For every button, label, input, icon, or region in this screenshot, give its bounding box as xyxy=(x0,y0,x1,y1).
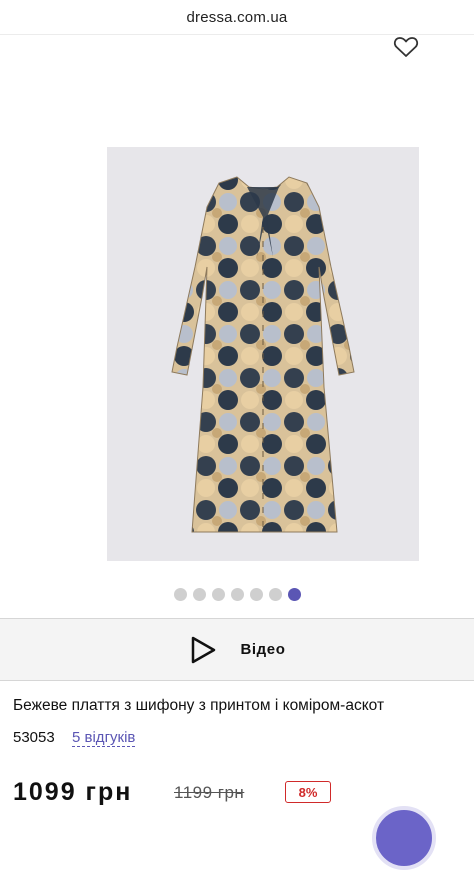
gallery-dot[interactable] xyxy=(173,588,187,601)
gallery-dot[interactable] xyxy=(268,588,282,601)
product-title: Бежеве плаття з шифону з принтом і комір… xyxy=(13,697,385,714)
reviews-link[interactable]: 5 відгуків xyxy=(72,729,136,747)
gallery-dot[interactable] xyxy=(192,588,206,601)
browser-url-bar[interactable]: dressa.com.ua xyxy=(0,0,474,35)
gallery-dot[interactable] xyxy=(249,588,263,601)
url-text: dressa.com.ua xyxy=(186,8,288,26)
product-code: 53053 xyxy=(13,729,55,746)
gallery-dot[interactable] xyxy=(287,588,301,601)
video-button[interactable]: Відео xyxy=(0,618,474,681)
gallery-dot[interactable] xyxy=(230,588,244,601)
gallery-dot[interactable] xyxy=(211,588,225,601)
favorite-heart-icon[interactable] xyxy=(393,35,419,59)
old-price: 1199 грн xyxy=(174,783,245,802)
discount-badge: 8% xyxy=(285,781,331,803)
gallery-pagination xyxy=(0,588,474,602)
current-price: 1099 грн xyxy=(13,778,133,806)
dress-illustration xyxy=(171,176,355,533)
product-image[interactable] xyxy=(107,147,419,561)
chat-fab-button[interactable] xyxy=(372,806,436,870)
video-button-label: Відео xyxy=(240,641,286,658)
play-icon xyxy=(192,636,216,663)
